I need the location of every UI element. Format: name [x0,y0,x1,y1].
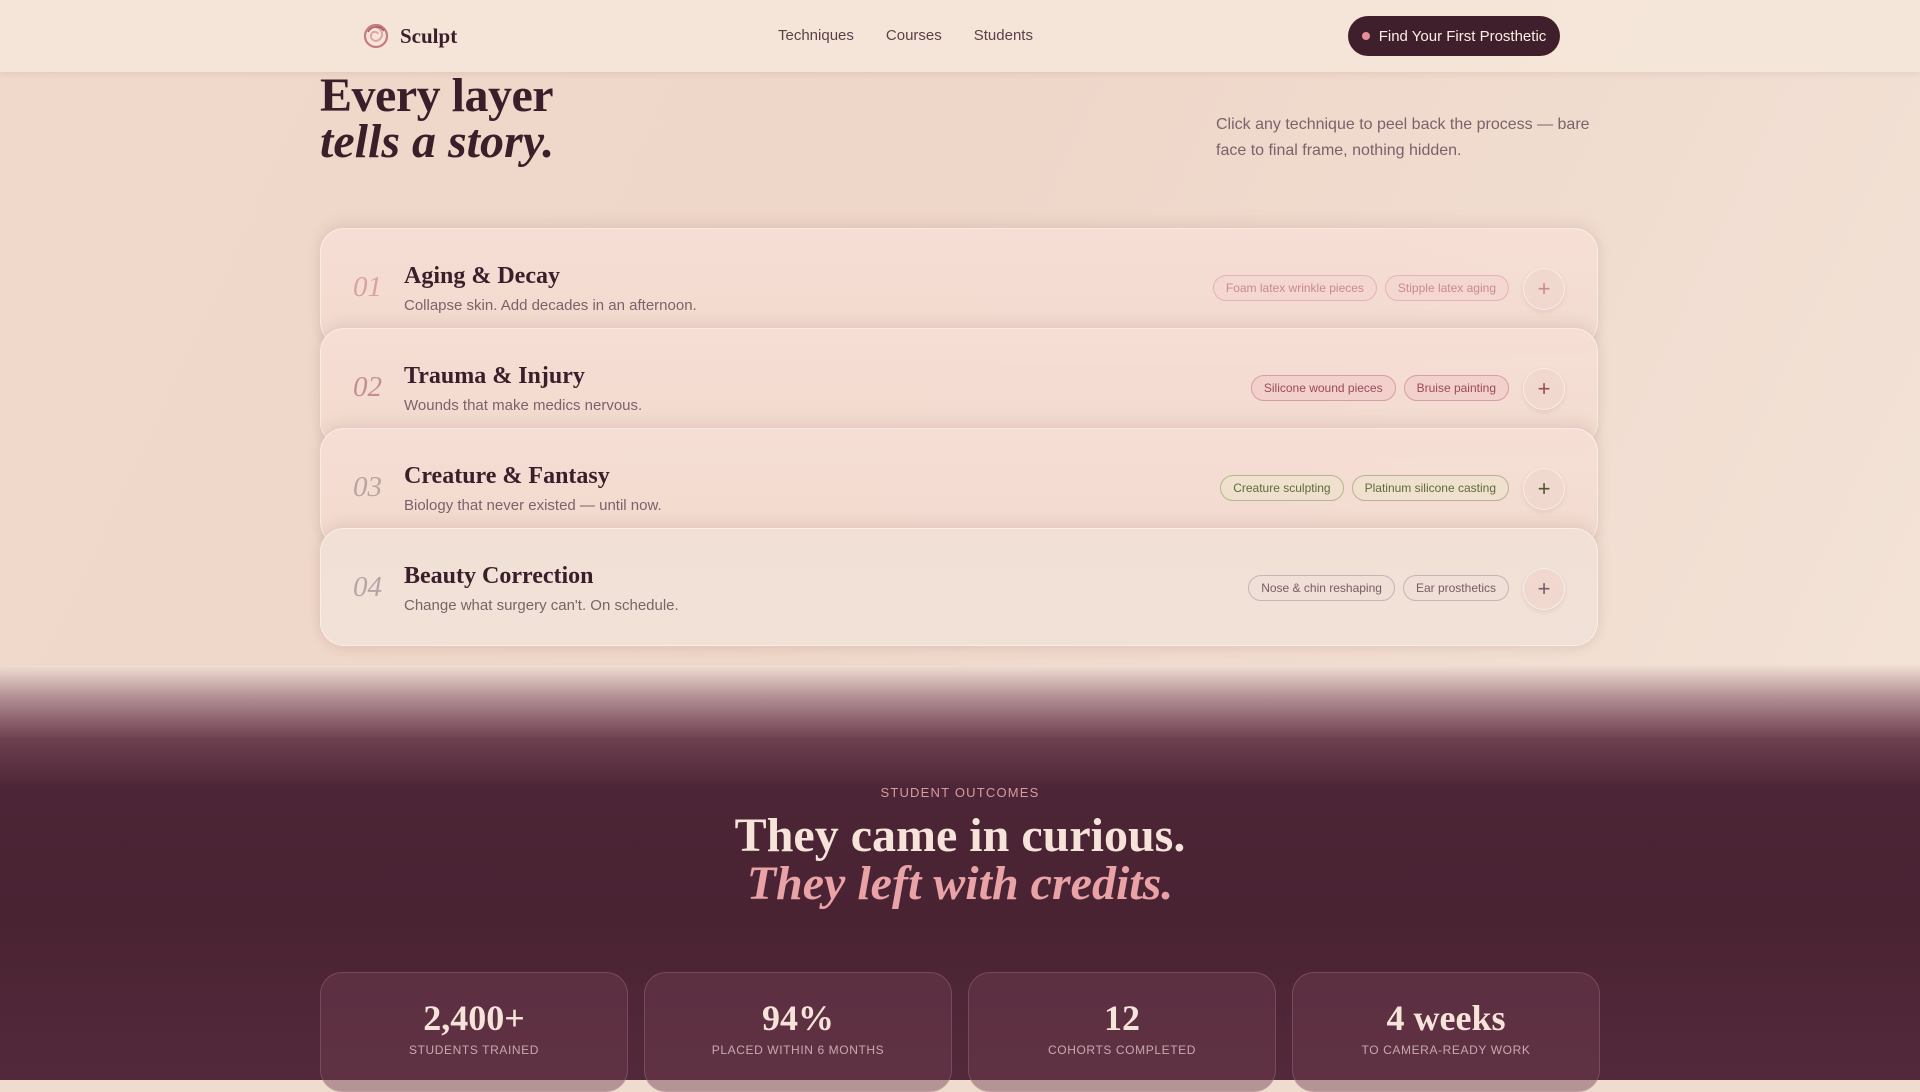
cta-label: Find Your First Prosthetic [1378,27,1547,45]
plus-icon[interactable]: + [1523,368,1565,410]
nav-links: Techniques Courses Students [778,27,1033,44]
plus-icon[interactable]: + [1523,268,1565,310]
technique-title: Aging & Decay [404,263,560,289]
technique-subtitle: Biology that never existed — until now. [404,497,662,514]
technique-title: Trauma & Injury [404,363,585,389]
top-nav: Sculpt Techniques Courses Students Find … [0,0,1920,72]
technique-title: Beauty Correction [404,563,594,589]
tag: Bruise painting [1403,375,1509,401]
stat-value: 4 weeks [1386,998,1506,1038]
technique-tags: Nose & chin reshaping Ear prosthetics [1248,575,1509,601]
technique-tags: Silicone wound pieces Bruise painting [1250,375,1509,401]
brand-name: Sculpt [400,23,458,48]
technique-subtitle: Collapse skin. Add decades in an afterno… [404,297,697,314]
tag: Nose & chin reshaping [1248,575,1395,601]
technique-tags: Foam latex wrinkle pieces Stipple latex … [1212,275,1509,301]
swirl-logo-icon [363,23,389,49]
technique-subtitle: Wounds that make medics nervous. [404,397,643,414]
stat-label: COHORTS COMPLETED [1048,1043,1196,1057]
find-prosthetic-button[interactable]: Find Your First Prosthetic [1348,16,1560,56]
brand-logo[interactable]: Sculpt [362,22,457,50]
outcomes-title-line2: They left with credits. [746,857,1174,910]
stat-value: 2,400+ [423,998,525,1038]
dot-icon [1361,32,1370,40]
hero-title-line2: tells a story. [320,115,555,168]
technique-number: 01 [353,271,382,303]
outcomes-title-line1: They came in curious. [734,809,1186,862]
plus-icon[interactable]: + [1523,568,1565,610]
technique-subtitle: Change what surgery can't. On schedule. [404,597,679,614]
technique-number: 02 [353,371,382,403]
stat-label: STUDENTS TRAINED [408,1043,540,1057]
tag: Silicone wound pieces [1250,375,1396,401]
nav-link-techniques[interactable]: Techniques [778,27,854,44]
nav-link-students[interactable]: Students [974,27,1033,44]
technique-card-beauty[interactable]: 04 Beauty Correction Change what surgery… [320,528,1598,646]
technique-title: Creature & Fantasy [404,463,610,489]
plus-icon[interactable]: + [1523,468,1565,510]
tag: Creature sculpting [1220,475,1344,501]
technique-number: 04 [353,571,382,603]
stat-label: TO CAMERA-READY WORK [1361,1043,1531,1057]
tag: Ear prosthetics [1402,575,1509,601]
nav-link-courses[interactable]: Courses [886,27,942,44]
stat-value: 94% [762,998,834,1038]
outcomes-eyebrow: STUDENT OUTCOMES [880,785,1040,800]
stat-card-students: 2,400+ STUDENTS TRAINED [320,972,628,1092]
tag: Foam latex wrinkle pieces [1212,275,1377,301]
stat-value: 12 [1104,998,1140,1038]
technique-number: 03 [353,471,382,503]
technique-tags: Creature sculpting Platinum silicone cas… [1220,475,1509,501]
hero-intro: Click any technique to peel back the pro… [1216,116,1590,159]
stat-card-cohorts: 12 COHORTS COMPLETED [968,972,1276,1092]
tag: Platinum silicone casting [1351,475,1509,501]
tag: Stipple latex aging [1384,275,1509,301]
stat-card-weeks: 4 weeks TO CAMERA-READY WORK [1292,972,1600,1092]
stat-label: PLACED WITHIN 6 MONTHS [711,1043,885,1057]
stat-card-placed: 94% PLACED WITHIN 6 MONTHS [644,972,952,1092]
